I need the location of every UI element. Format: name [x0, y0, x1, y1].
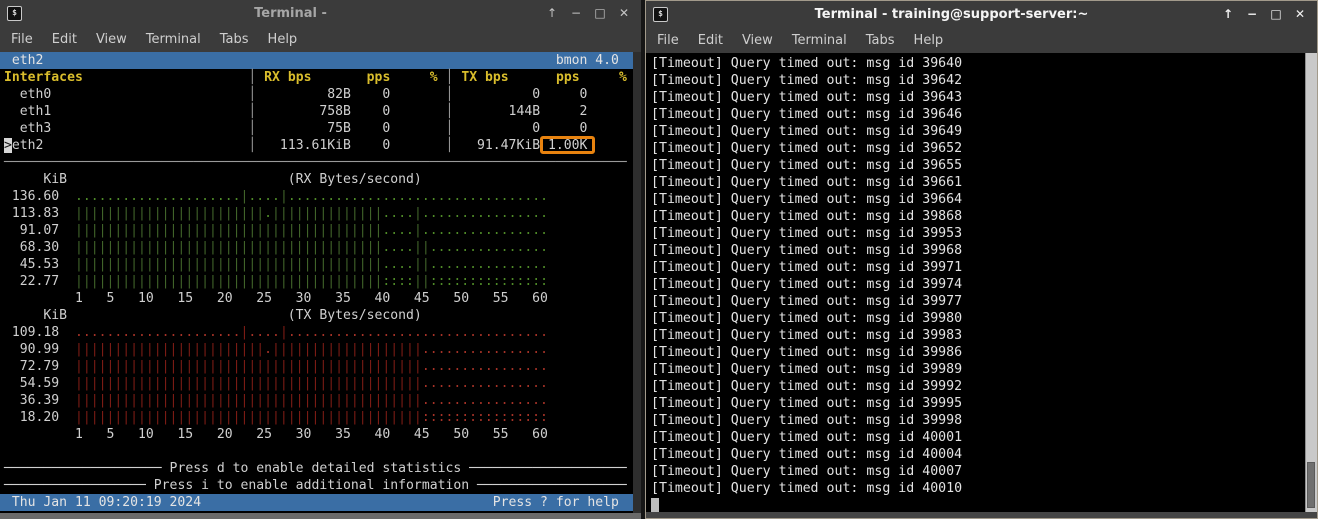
maximize-button-icon[interactable]: □	[1264, 1, 1288, 28]
left-terminal-window: $ Terminal - ↑−□✕ File Edit View Terminal Ta…	[0, 0, 641, 519]
keep-above-button-icon[interactable]: ↑	[1216, 1, 1240, 28]
left-window-bottom-border	[0, 513, 641, 519]
terminal-cursor	[651, 498, 659, 513]
menu-item-file[interactable]: File	[657, 33, 679, 48]
log-line: [Timeout] Query timed out: msg id 39968	[646, 242, 1303, 259]
log-line: [Timeout] Query timed out: msg id 39971	[646, 259, 1303, 276]
log-line: [Timeout] Query timed out: msg id 39977	[646, 293, 1303, 310]
maximize-button-icon[interactable]: □	[588, 0, 612, 27]
bmon-terminal-screen[interactable]: eth2 bmon 4.0 Interfaces │ RX bps pps % …	[0, 52, 641, 513]
left-window-controls: ↑−□✕	[540, 0, 636, 27]
log-line: [Timeout] Query timed out: msg id 39664	[646, 191, 1303, 208]
log-line: [Timeout] Query timed out: msg id 40004	[646, 446, 1303, 463]
menu-item-file[interactable]: File	[11, 32, 33, 47]
log-line: [Timeout] Query timed out: msg id 39992	[646, 378, 1303, 395]
keep-above-button-icon[interactable]: ↑	[540, 0, 564, 27]
menu-item-help[interactable]: Help	[914, 33, 944, 48]
desktop: $ Terminal - ↑−□✕ FileEditViewTerminalTa…	[0, 0, 1318, 519]
log-line: [Timeout] Query timed out: msg id 39646	[646, 106, 1303, 123]
log-line: [Timeout] Query timed out: msg id 40010	[646, 480, 1303, 497]
bmon-output: eth2 bmon 4.0 Interfaces │ RX bps pps % …	[0, 52, 633, 513]
log-line: [Timeout] Query timed out: msg id 39980	[646, 310, 1303, 327]
bmon-line: eth1 │ 758B 0 │ 144B 2	[0, 103, 633, 120]
log-line: [Timeout] Query timed out: msg id 39974	[646, 276, 1303, 293]
menu-item-help[interactable]: Help	[268, 32, 298, 47]
bmon-line: 113.83 ||||||||||||||||||||||||.||||||||…	[0, 205, 633, 222]
bmon-line: 72.79 ||||||||||||||||||||||||||||||||||…	[0, 358, 633, 375]
right-scrollbar-thumb[interactable]	[1307, 462, 1315, 508]
minimize-button-icon[interactable]: −	[564, 0, 588, 27]
bmon-line: ──────────────────── Press d to enable d…	[0, 460, 633, 477]
bmon-line: eth3 │ 75B 0 │ 0 0	[0, 120, 633, 137]
left-window-title: Terminal -	[60, 0, 521, 27]
bmon-line: 91.07 ||||||||||||||||||||||||||||||||||…	[0, 222, 633, 239]
terminal-app-icon: $	[653, 7, 668, 22]
left-menubar: File Edit View Terminal Tabs Help	[0, 27, 641, 52]
log-line: [Timeout] Query timed out: msg id 39998	[646, 412, 1303, 429]
right-terminal-window: $ Terminal - training@support-server:~ ↑…	[645, 0, 1318, 519]
log-line: [Timeout] Query timed out: msg id 39642	[646, 72, 1303, 89]
log-terminal-screen[interactable]: [Timeout] Query timed out: msg id 39640[…	[646, 53, 1317, 512]
log-line: [Timeout] Query timed out: msg id 39643	[646, 89, 1303, 106]
bmon-line: 109.18 .....................|....|......…	[0, 324, 633, 341]
menu-item-tabs[interactable]: Tabs	[866, 33, 895, 48]
bmon-line: ────────────────── Press i to enable add…	[0, 477, 633, 494]
bmon-line	[0, 443, 633, 460]
right-window-controls: ↑−□✕	[1216, 1, 1312, 28]
timeout-log: [Timeout] Query timed out: msg id 39640[…	[646, 55, 1303, 512]
right-titlebar[interactable]: $ Terminal - training@support-server:~ ↑…	[646, 1, 1317, 28]
bmon-line: 36.39 ||||||||||||||||||||||||||||||||||…	[0, 392, 633, 409]
log-line: [Timeout] Query timed out: msg id 40007	[646, 463, 1303, 480]
bmon-line: Interfaces │ RX bps pps % │ TX bps pps %	[0, 69, 633, 86]
menu-item-edit[interactable]: Edit	[698, 33, 723, 48]
right-menubar: File Edit View Terminal Tabs Help	[646, 28, 1317, 53]
log-line: [Timeout] Query timed out: msg id 39640	[646, 55, 1303, 72]
terminal-app-icon: $	[7, 6, 22, 21]
log-line: [Timeout] Query timed out: msg id 39995	[646, 395, 1303, 412]
bmon-line: 90.99 ||||||||||||||||||||||||.|||||||||…	[0, 341, 633, 358]
menu-item-terminal[interactable]: Terminal	[792, 33, 847, 48]
menu-item-terminal[interactable]: Terminal	[146, 32, 201, 47]
bmon-line: 45.53 ||||||||||||||||||||||||||||||||||…	[0, 256, 633, 273]
right-window-title: Terminal - training@support-server:~	[706, 1, 1197, 28]
menu-item-tabs[interactable]: Tabs	[220, 32, 249, 47]
left-titlebar[interactable]: $ Terminal - ↑−□✕	[0, 0, 641, 27]
menu-item-view[interactable]: View	[96, 32, 127, 47]
right-scrollbar-track[interactable]	[1305, 53, 1317, 512]
bmon-line: Thu Jan 11 09:20:19 2024 Press ? for hel…	[0, 494, 633, 511]
log-line: [Timeout] Query timed out: msg id 39868	[646, 208, 1303, 225]
bmon-line: eth0 │ 82B 0 │ 0 0	[0, 86, 633, 103]
menu-item-view[interactable]: View	[742, 33, 773, 48]
bmon-line: KiB (RX Bytes/second)	[0, 171, 633, 188]
bmon-line: 68.30 ||||||||||||||||||||||||||||||||||…	[0, 239, 633, 256]
cursor-line	[646, 497, 1303, 512]
log-line: [Timeout] Query timed out: msg id 39649	[646, 123, 1303, 140]
bmon-line: eth2 bmon 4.0	[0, 52, 633, 69]
log-line: [Timeout] Query timed out: msg id 39661	[646, 174, 1303, 191]
log-line: [Timeout] Query timed out: msg id 39983	[646, 327, 1303, 344]
bmon-line: 22.77 ||||||||||||||||||||||||||||||||||…	[0, 273, 633, 290]
close-button-icon[interactable]: ✕	[612, 0, 636, 27]
log-line: [Timeout] Query timed out: msg id 39655	[646, 157, 1303, 174]
menu-item-edit[interactable]: Edit	[52, 32, 77, 47]
bmon-line: ────────────────────────────────────────…	[0, 154, 633, 171]
bmon-line: >eth2 │ 113.61KiB 0 │ 91.47KiB 1.00K	[0, 137, 633, 154]
bmon-line: 54.59 ||||||||||||||||||||||||||||||||||…	[0, 375, 633, 392]
tx-pps-highlight-box: 1.00K	[548, 138, 587, 153]
bmon-line: KiB (TX Bytes/second)	[0, 307, 633, 324]
log-line: [Timeout] Query timed out: msg id 39652	[646, 140, 1303, 157]
left-scrollbar[interactable]	[633, 52, 641, 513]
log-line: [Timeout] Query timed out: msg id 39989	[646, 361, 1303, 378]
log-line: [Timeout] Query timed out: msg id 40001	[646, 429, 1303, 446]
minimize-button-icon[interactable]: −	[1240, 1, 1264, 28]
log-line: [Timeout] Query timed out: msg id 39953	[646, 225, 1303, 242]
bmon-line: 1 5 10 15 20 25 30 35 40 45 50 55 60	[0, 290, 633, 307]
bmon-line: 18.20 ||||||||||||||||||||||||||||||||||…	[0, 409, 633, 426]
bmon-line: 136.60 .....................|....|......…	[0, 188, 633, 205]
bmon-line: 1 5 10 15 20 25 30 35 40 45 50 55 60	[0, 426, 633, 443]
close-button-icon[interactable]: ✕	[1288, 1, 1312, 28]
right-window-bottom-border	[646, 512, 1317, 518]
log-line: [Timeout] Query timed out: msg id 39986	[646, 344, 1303, 361]
